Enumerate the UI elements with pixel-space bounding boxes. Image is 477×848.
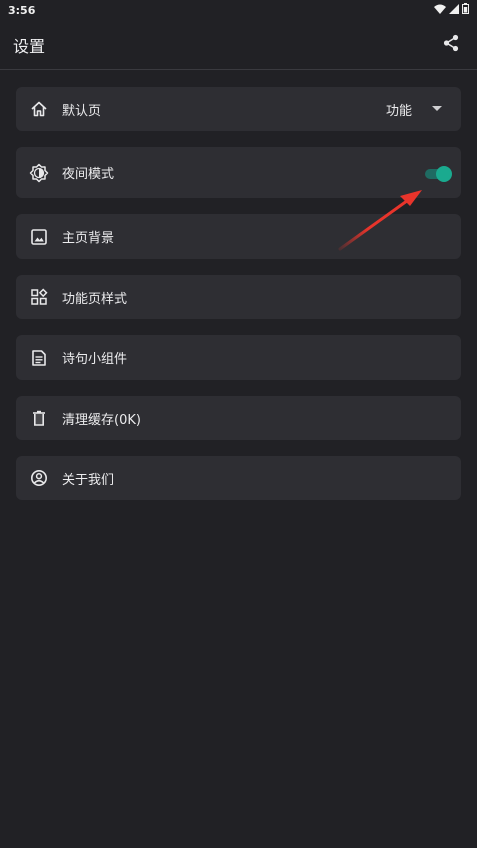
share-icon — [442, 34, 460, 56]
home-icon — [29, 99, 49, 119]
page-title: 设置 — [13, 36, 46, 56]
chevron-down-icon[interactable] — [430, 102, 444, 116]
default-page-value[interactable]: 功能 — [386, 100, 412, 119]
widgets-icon — [29, 287, 49, 307]
status-time: 3:56 — [8, 3, 36, 17]
setting-label: 关于我们 — [62, 472, 115, 488]
signal-icon — [449, 3, 459, 17]
wifi-icon — [434, 4, 446, 17]
setting-default-page[interactable]: 默认页 功能 — [16, 87, 461, 131]
article-icon — [29, 348, 49, 368]
setting-night-mode[interactable]: 夜间模式 — [16, 147, 461, 198]
account-circle-icon — [29, 468, 49, 488]
setting-label: 主页背景 — [62, 231, 115, 246]
setting-label: 诗句小组件 — [62, 352, 128, 367]
app-bar: 设置 — [0, 20, 477, 70]
setting-home-background[interactable]: 主页背景 — [16, 214, 461, 259]
trash-icon — [29, 408, 49, 428]
status-bar: 3:56 — [0, 0, 477, 20]
setting-label: 夜间模式 — [62, 167, 115, 182]
setting-function-page-style[interactable]: 功能页样式 — [16, 275, 461, 319]
brightness-icon — [29, 163, 49, 183]
setting-clear-cache[interactable]: 清理缓存(0K) — [16, 396, 461, 440]
status-icons — [434, 3, 469, 17]
setting-label: 清理缓存(0K) — [62, 412, 141, 428]
toggle-thumb — [436, 165, 452, 182]
battery-icon — [462, 3, 469, 17]
image-icon — [29, 227, 49, 247]
night-mode-toggle[interactable] — [423, 163, 453, 183]
share-button[interactable] — [438, 32, 464, 58]
setting-poem-widget[interactable]: 诗句小组件 — [16, 335, 461, 380]
setting-label: 默认页 — [62, 103, 102, 119]
setting-about-us[interactable]: 关于我们 — [16, 456, 461, 500]
setting-label: 功能页样式 — [62, 291, 128, 307]
